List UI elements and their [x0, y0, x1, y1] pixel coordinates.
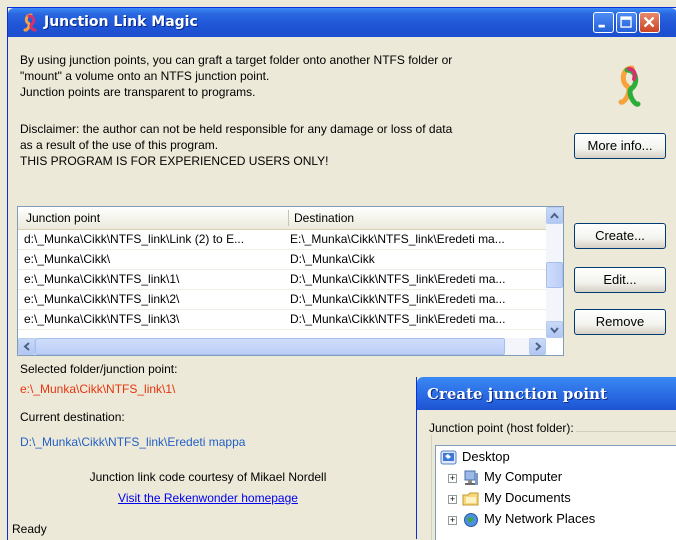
- list-header: Junction point Destination: [18, 207, 546, 230]
- folder-icon: [462, 492, 479, 506]
- cell-junction: e:\_Munka\Cikk\NTFS_link\3\: [24, 312, 180, 326]
- minimize-button[interactable]: [593, 12, 614, 33]
- maximize-button[interactable]: [616, 12, 637, 33]
- dialog-title-bar[interactable]: Create junction point: [417, 377, 676, 410]
- close-icon: [643, 16, 655, 28]
- cell-destination: E:\_Munka\Cikk\NTFS_link\Eredeti ma...: [290, 232, 505, 246]
- table-row[interactable]: e:\_Munka\Cikk\NTFS_link\2\ D:\_Munka\Ci…: [18, 290, 546, 310]
- cell-destination: D:\_Munka\Cikk\NTFS_link\Eredeti ma...: [290, 312, 506, 326]
- create-junction-dialog: Create junction point Junction point (ho…: [416, 377, 676, 540]
- intro-line-3: Junction points are transparent to progr…: [20, 85, 256, 99]
- cell-junction: d:\_Munka\Cikk\NTFS_link\Link (2) to E..…: [24, 232, 245, 246]
- selected-value: e:\_Munka\Cikk\NTFS_link\1\: [20, 382, 176, 396]
- disclaimer-line-1: Disclaimer: the author can not be held r…: [20, 122, 453, 136]
- disclaimer-line-2: as a result of the use of this program.: [20, 138, 219, 152]
- host-folder-label: Junction point (host folder):: [427, 421, 576, 435]
- folder-tree[interactable]: Desktop + My Computer + My Documents + M…: [435, 445, 676, 540]
- junction-list[interactable]: Junction point Destination d:\_Munka\Cik…: [17, 206, 564, 356]
- current-destination-label: Current destination:: [20, 410, 125, 424]
- credits-text: Junction link code courtesy of Mikael No…: [89, 470, 327, 484]
- intro-line-2: "mount" a volume onto an NTFS junction p…: [20, 69, 270, 83]
- horizontal-scroll-thumb[interactable]: [35, 338, 505, 355]
- cell-junction: e:\_Munka\Cikk\NTFS_link\2\: [24, 292, 180, 306]
- expand-icon[interactable]: +: [448, 474, 457, 483]
- column-divider[interactable]: [288, 210, 289, 226]
- expand-icon[interactable]: +: [448, 495, 457, 504]
- cell-junction: e:\_Munka\Cikk\: [24, 252, 111, 266]
- tree-item-my-network-places[interactable]: My Network Places: [484, 511, 595, 526]
- homepage-link[interactable]: Visit the Rekenwonder homepage: [118, 491, 298, 505]
- tree-item-desktop[interactable]: Desktop: [462, 449, 510, 464]
- expand-icon[interactable]: +: [448, 516, 457, 525]
- app-logo-icon: [618, 65, 641, 107]
- vertical-scroll-thumb[interactable]: [546, 262, 563, 288]
- cell-destination: D:\_Munka\Cikk: [290, 252, 375, 266]
- cell-destination: D:\_Munka\Cikk\NTFS_link\Eredeti ma...: [290, 292, 506, 306]
- tree-item-my-computer[interactable]: My Computer: [484, 469, 562, 484]
- current-destination-value: D:\_Munka\Cikk\NTFS_link\Eredeti mappa: [20, 435, 246, 449]
- dialog-title: Create junction point: [427, 385, 607, 403]
- intro-line-1: By using junction points, you can graft …: [20, 53, 453, 67]
- my-computer-icon: [464, 470, 478, 485]
- maximize-icon: [620, 16, 632, 28]
- table-row[interactable]: e:\_Munka\Cikk\NTFS_link\1\ D:\_Munka\Ci…: [18, 270, 546, 290]
- desktop-icon: [440, 450, 457, 465]
- create-button[interactable]: Create...: [574, 223, 666, 249]
- cell-destination: D:\_Munka\Cikk\NTFS_link\Eredeti ma...: [290, 272, 506, 286]
- tree-item-my-documents[interactable]: My Documents: [484, 490, 571, 505]
- minimize-icon: [598, 24, 605, 28]
- disclaimer-line-3: THIS PROGRAM IS FOR EXPERIENCED USERS ON…: [20, 154, 329, 168]
- vertical-scrollbar[interactable]: [546, 207, 563, 338]
- scroll-down-button[interactable]: [546, 321, 563, 338]
- window-title: Junction Link Magic: [44, 14, 198, 30]
- chevron-down-icon: [550, 327, 559, 334]
- table-row[interactable]: d:\_Munka\Cikk\NTFS_link\Link (2) to E..…: [18, 230, 546, 250]
- more-info-button[interactable]: More info...: [574, 133, 666, 159]
- chevron-up-icon: [550, 212, 559, 219]
- remove-button[interactable]: Remove: [574, 309, 666, 335]
- cell-junction: e:\_Munka\Cikk\NTFS_link\1\: [24, 272, 180, 286]
- network-globe-icon: [464, 513, 478, 527]
- table-row[interactable]: e:\_Munka\Cikk\ D:\_Munka\Cikk: [18, 250, 546, 270]
- horizontal-scrollbar[interactable]: [18, 338, 546, 355]
- scroll-left-button[interactable]: [18, 338, 35, 355]
- close-button[interactable]: [639, 12, 660, 33]
- status-text: Ready: [12, 522, 47, 536]
- chevron-left-icon: [23, 342, 30, 351]
- table-row[interactable]: e:\_Munka\Cikk\NTFS_link\3\ D:\_Munka\Ci…: [18, 310, 546, 330]
- column-header-destination[interactable]: Destination: [294, 211, 354, 225]
- chevron-right-icon: [535, 342, 542, 351]
- scroll-right-button[interactable]: [529, 338, 546, 355]
- scroll-up-button[interactable]: [546, 207, 563, 224]
- title-bar[interactable]: Junction Link Magic: [8, 8, 676, 37]
- app-icon: [23, 13, 37, 32]
- selected-label: Selected folder/junction point:: [20, 362, 178, 376]
- edit-button[interactable]: Edit...: [574, 267, 666, 293]
- column-header-junction[interactable]: Junction point: [26, 211, 100, 225]
